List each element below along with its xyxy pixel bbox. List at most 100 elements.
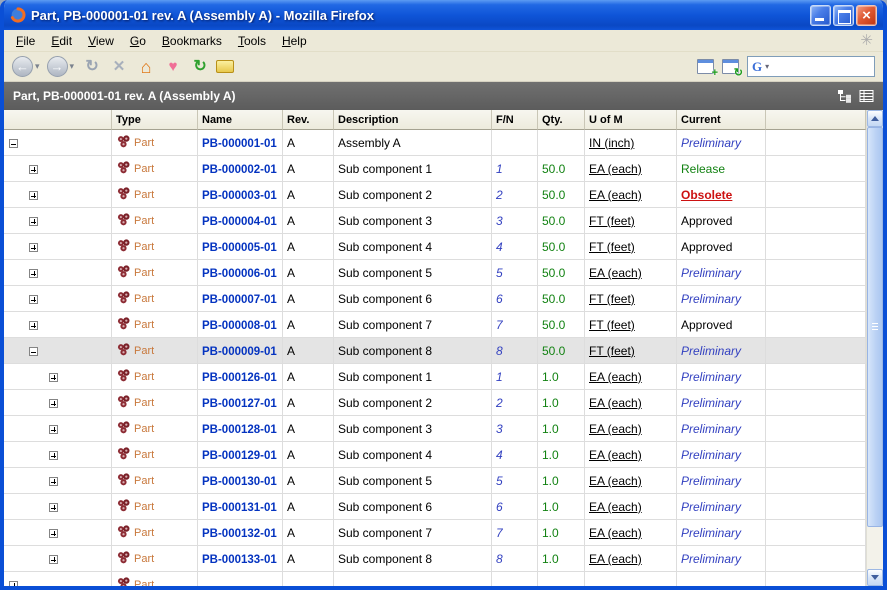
expand-toggle[interactable] bbox=[29, 269, 38, 278]
table-row[interactable]: Part PB-000009-01 A Sub component 8 8 50… bbox=[4, 338, 866, 364]
menu-item[interactable]: Tools bbox=[230, 31, 274, 51]
table-row[interactable]: Part PB-000126-01 A Sub component 1 1 1.… bbox=[4, 364, 866, 390]
part-name-link[interactable]: PB-000002-01 bbox=[202, 164, 277, 176]
uom-link[interactable]: FT (feet) bbox=[589, 240, 635, 254]
menu-item[interactable]: Go bbox=[122, 31, 154, 51]
expand-toggle[interactable] bbox=[49, 529, 58, 538]
scrollbar-track[interactable] bbox=[867, 127, 883, 569]
uom-link[interactable]: EA (each) bbox=[589, 474, 642, 488]
expand-toggle[interactable] bbox=[9, 139, 18, 148]
table-row[interactable]: Part PB-000129-01 A Sub component 4 4 1.… bbox=[4, 442, 866, 468]
refresh-green-button[interactable]: ↻ bbox=[189, 59, 211, 75]
menu-item[interactable]: View bbox=[80, 31, 122, 51]
uom-link[interactable]: FT (feet) bbox=[589, 344, 635, 358]
table-row[interactable]: Part PB-000132-01 A Sub component 7 7 1.… bbox=[4, 520, 866, 546]
part-name-link[interactable]: PB-000129-01 bbox=[202, 450, 277, 462]
part-name-link[interactable]: PB-000133-01 bbox=[202, 554, 277, 566]
column-header[interactable]: Rev. bbox=[283, 110, 334, 130]
uom-link[interactable]: EA (each) bbox=[589, 188, 642, 202]
column-header[interactable]: Name bbox=[198, 110, 283, 130]
expand-toggle[interactable] bbox=[49, 425, 58, 434]
uom-link[interactable]: EA (each) bbox=[589, 500, 642, 514]
table-row[interactable]: Part PB-000003-01 A Sub component 2 2 50… bbox=[4, 182, 866, 208]
refresh-window-button[interactable]: ↻ bbox=[722, 59, 739, 74]
scroll-down-button[interactable] bbox=[867, 569, 883, 586]
scroll-up-button[interactable] bbox=[867, 110, 883, 127]
expand-toggle[interactable] bbox=[29, 217, 38, 226]
close-button[interactable] bbox=[856, 5, 877, 26]
table-row[interactable]: Part PB-000008-01 A Sub component 7 7 50… bbox=[4, 312, 866, 338]
part-name-link[interactable]: PB-000004-01 bbox=[202, 216, 277, 228]
part-name-link[interactable]: PB-000130-01 bbox=[202, 476, 277, 488]
expand-toggle[interactable] bbox=[29, 321, 38, 330]
expand-toggle[interactable] bbox=[29, 347, 38, 356]
uom-link[interactable]: FT (feet) bbox=[589, 214, 635, 228]
part-name-link[interactable]: PB-000128-01 bbox=[202, 424, 277, 436]
scrollbar-thumb[interactable] bbox=[867, 127, 883, 527]
tree-view-icon[interactable] bbox=[837, 89, 852, 103]
part-name-link[interactable]: PB-000132-01 bbox=[202, 528, 277, 540]
search-engine-dropdown-icon[interactable]: ▾ bbox=[765, 62, 769, 71]
favorites-heart-button[interactable]: ♥ bbox=[162, 59, 184, 74]
part-name-link[interactable]: PB-000008-01 bbox=[202, 320, 277, 332]
forward-button[interactable]: → bbox=[47, 56, 68, 77]
part-name-link[interactable]: PB-000131-01 bbox=[202, 502, 277, 514]
uom-link[interactable]: EA (each) bbox=[589, 526, 642, 540]
back-button[interactable]: ← bbox=[12, 56, 33, 77]
forward-dropdown-icon[interactable]: ▾ bbox=[70, 61, 75, 72]
table-row[interactable]: Part PB-000128-01 A Sub component 3 3 1.… bbox=[4, 416, 866, 442]
table-row[interactable]: Part PB-000004-01 A Sub component 3 3 50… bbox=[4, 208, 866, 234]
table-row[interactable]: Part PB-000007-01 A Sub component 6 6 50… bbox=[4, 286, 866, 312]
part-name-link[interactable]: PB-000003-01 bbox=[202, 190, 277, 202]
stop-button[interactable]: ✕ bbox=[108, 59, 130, 74]
expand-toggle[interactable] bbox=[49, 503, 58, 512]
expand-toggle[interactable] bbox=[29, 165, 38, 174]
uom-link[interactable]: EA (each) bbox=[589, 448, 642, 462]
table-row[interactable]: Part PB-000130-01 A Sub component 5 5 1.… bbox=[4, 468, 866, 494]
expand-toggle[interactable] bbox=[29, 295, 38, 304]
uom-link[interactable]: EA (each) bbox=[589, 396, 642, 410]
column-header[interactable]: Current bbox=[677, 110, 766, 130]
search-engine-icon[interactable]: G bbox=[752, 59, 762, 75]
back-dropdown-icon[interactable]: ▾ bbox=[35, 61, 40, 72]
uom-link[interactable]: EA (each) bbox=[589, 162, 642, 176]
expand-toggle[interactable] bbox=[29, 243, 38, 252]
expand-toggle[interactable] bbox=[49, 555, 58, 564]
part-name-link[interactable]: PB-000127-01 bbox=[202, 398, 277, 410]
expand-toggle[interactable] bbox=[9, 581, 18, 586]
expand-toggle[interactable] bbox=[29, 191, 38, 200]
maximize-button[interactable] bbox=[833, 5, 854, 26]
menu-item[interactable]: Bookmarks bbox=[154, 31, 230, 51]
table-row[interactable]: Part PB-000131-01 A Sub component 6 6 1.… bbox=[4, 494, 866, 520]
list-view-icon[interactable] bbox=[859, 89, 874, 103]
part-name-link[interactable]: PB-000126-01 bbox=[202, 372, 277, 384]
table-row[interactable]: Part PB-000133-01 A Sub component 8 8 1.… bbox=[4, 546, 866, 572]
column-header[interactable]: Qty. bbox=[538, 110, 585, 130]
expand-toggle[interactable] bbox=[49, 451, 58, 460]
uom-link[interactable]: EA (each) bbox=[589, 422, 642, 436]
uom-link[interactable]: FT (feet) bbox=[589, 292, 635, 306]
home-button[interactable]: ⌂ bbox=[135, 58, 157, 76]
part-name-link[interactable]: PB-000009-01 bbox=[202, 346, 277, 358]
column-header[interactable] bbox=[766, 110, 866, 130]
expand-toggle[interactable] bbox=[49, 477, 58, 486]
notes-card-button[interactable] bbox=[216, 60, 234, 73]
uom-link[interactable]: EA (each) bbox=[589, 552, 642, 566]
part-name-link[interactable]: PB-000005-01 bbox=[202, 242, 277, 254]
column-header[interactable]: U of M bbox=[585, 110, 677, 130]
expand-toggle[interactable] bbox=[49, 373, 58, 382]
expand-toggle[interactable] bbox=[49, 399, 58, 408]
uom-link[interactable]: FT (feet) bbox=[589, 318, 635, 332]
minimize-button[interactable] bbox=[810, 5, 831, 26]
part-name-link[interactable]: PB-000006-01 bbox=[202, 268, 277, 280]
column-header[interactable] bbox=[4, 110, 112, 130]
new-item-button[interactable]: + bbox=[697, 59, 714, 74]
uom-link[interactable]: EA (each) bbox=[589, 266, 642, 280]
table-row[interactable]: Part PB-000006-01 A Sub component 5 5 50… bbox=[4, 260, 866, 286]
table-row[interactable]: Part PB-000002-01 A Sub component 1 1 50… bbox=[4, 156, 866, 182]
reload-button[interactable]: ↻ bbox=[81, 59, 103, 75]
vertical-scrollbar[interactable] bbox=[866, 110, 883, 586]
part-name-link[interactable]: PB-000001-01 bbox=[202, 138, 277, 150]
table-row[interactable]: Part bbox=[4, 572, 866, 586]
table-row[interactable]: Part PB-000127-01 A Sub component 2 2 1.… bbox=[4, 390, 866, 416]
